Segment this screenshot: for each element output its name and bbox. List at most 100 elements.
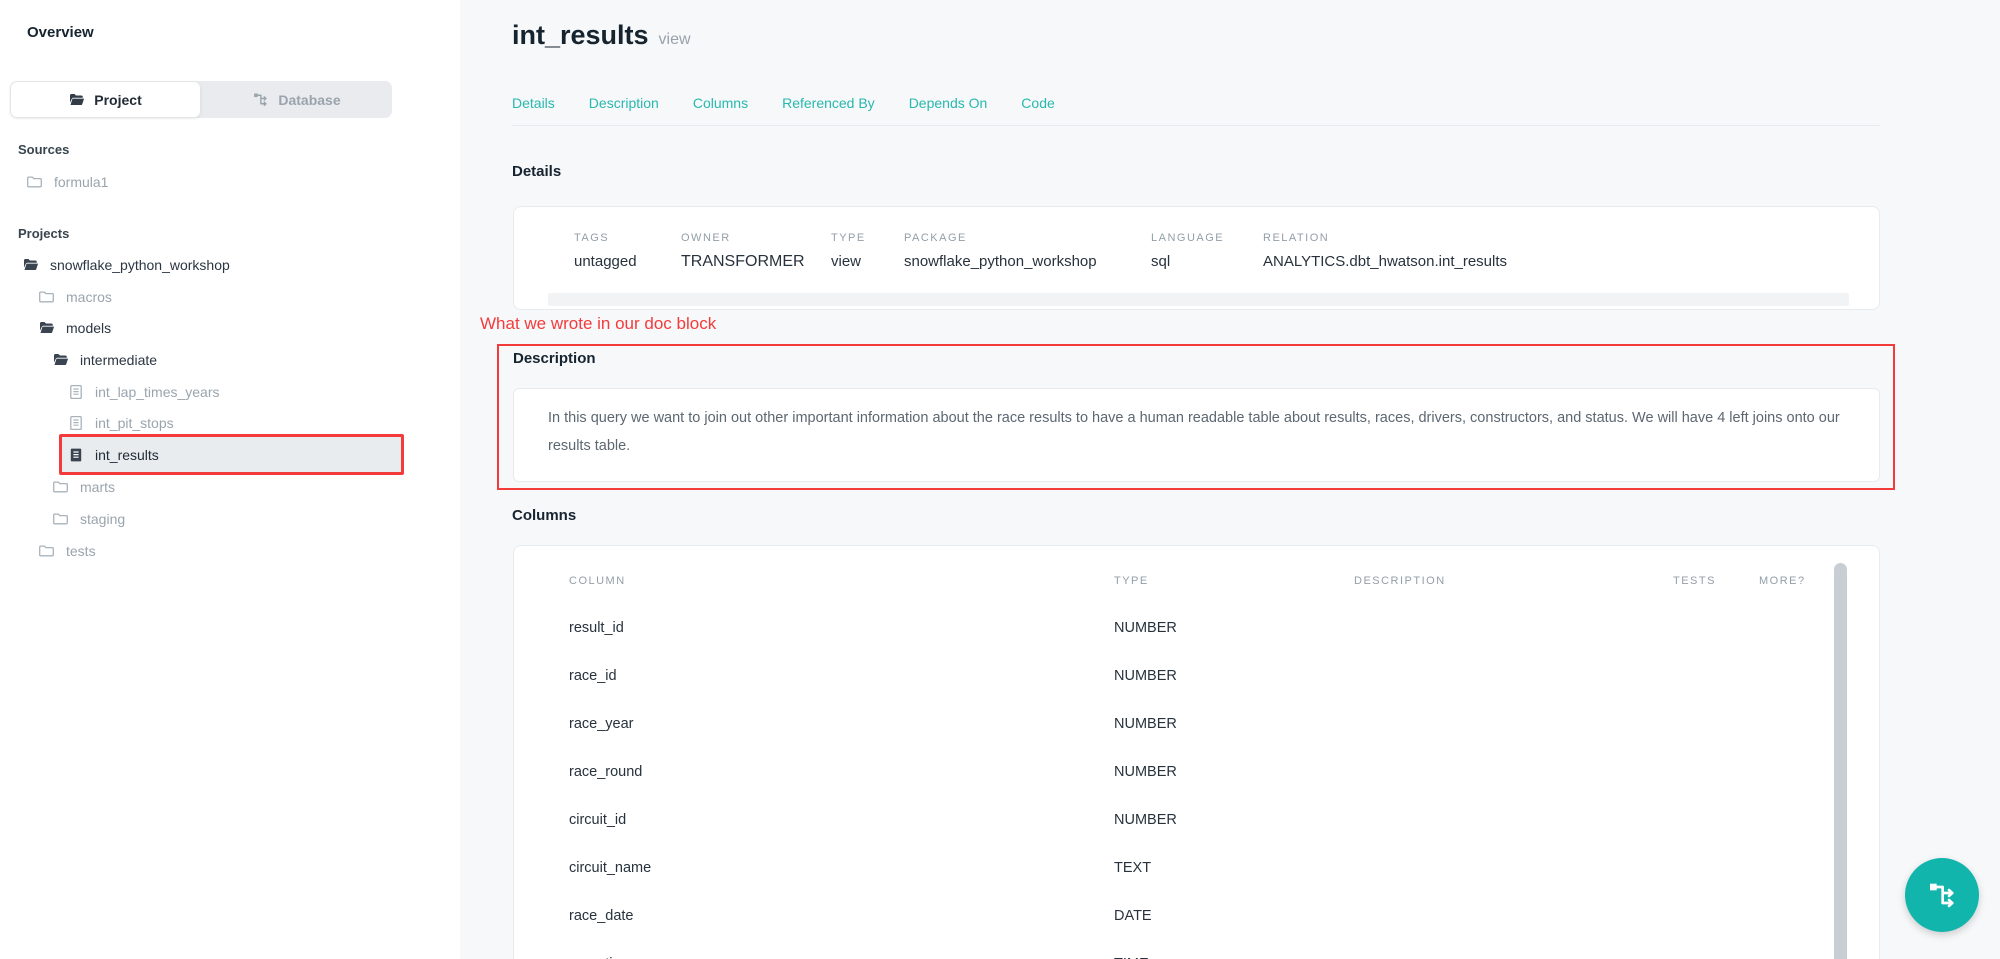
tree-item-label: tests: [66, 543, 96, 559]
tree-item-label: snowflake_python_workshop: [50, 257, 230, 273]
column-name-cell: result_id: [569, 620, 624, 636]
column-header-tests: TESTS: [1673, 575, 1716, 587]
details-section-heading: Details: [512, 163, 561, 180]
tab-columns[interactable]: Columns: [693, 95, 748, 111]
sidebar-item-tests[interactable]: tests: [39, 535, 96, 567]
column-type-cell: TEXT: [1114, 860, 1151, 876]
field-value: view: [831, 253, 866, 270]
details-card: TAGS untagged OWNER TRANSFORMER TYPE view PACK…: [513, 206, 1880, 310]
sidebar-item-intermediate[interactable]: intermediate: [53, 344, 157, 376]
column-type-cell: NUMBER: [1114, 668, 1177, 684]
description-card: In this query we want to join out other …: [513, 388, 1880, 482]
folder-open-icon: [23, 257, 39, 273]
sidebar-item-models[interactable]: models: [39, 312, 111, 344]
folder-open-icon: [39, 320, 55, 336]
model-name: int_results: [512, 20, 649, 50]
column-name-cell: circuit_id: [569, 812, 626, 828]
folder-icon: [27, 174, 43, 190]
sidebar: Overview Project Database Sources formul…: [0, 0, 460, 959]
field-label: TYPE: [831, 232, 866, 244]
tab-description[interactable]: Description: [589, 95, 659, 111]
lineage-graph-button[interactable]: [1905, 858, 1979, 932]
doc-block-annotation: What we wrote in our doc block: [480, 314, 716, 334]
tab-bar: Details Description Columns Referenced By De…: [512, 95, 1055, 111]
file-icon: [68, 415, 84, 431]
folder-icon: [39, 289, 55, 305]
folder-icon: [69, 92, 85, 108]
field-value: sql: [1151, 253, 1224, 270]
main-content: int_resultsview DetailsDescriptionColumn…: [460, 0, 2000, 959]
view-toggle: Project Database: [10, 81, 392, 118]
column-type-cell: NUMBER: [1114, 812, 1177, 828]
tab-referenced-by[interactable]: Referenced By: [782, 95, 875, 111]
folder-icon: [53, 479, 69, 495]
table-scrollbar[interactable]: [1834, 563, 1847, 959]
column-type-cell: NUMBER: [1114, 620, 1177, 636]
column-name-cell: race_date: [569, 908, 634, 924]
details-field-package: PACKAGE snowflake_python_workshop: [904, 232, 1097, 270]
details-field-owner: OWNER TRANSFORMER: [681, 232, 805, 271]
sidebar-heading: Overview: [27, 24, 94, 41]
tree-item-label: int_results: [95, 447, 159, 463]
tab-details[interactable]: Details: [512, 95, 555, 111]
column-type-cell: DATE: [1114, 908, 1152, 924]
sidebar-item-macros[interactable]: macros: [39, 281, 112, 313]
column-name-cell: circuit_name: [569, 860, 651, 876]
details-field-relation: RELATIONANALYTICS.dbt_hwatson.int_result…: [1263, 232, 1507, 270]
tree-item-label: marts: [80, 479, 115, 495]
tree-item-label: models: [66, 320, 111, 336]
field-label: OWNER: [681, 232, 805, 244]
lineage-icon: [1926, 879, 1958, 911]
tree-item-label: macros: [66, 289, 112, 305]
details-field-type: TYPE view: [831, 232, 866, 270]
materialization-badge: view: [659, 31, 691, 48]
field-value: untagged: [574, 253, 637, 270]
details-field-language: LANGUAGE sql: [1151, 232, 1224, 270]
field-label: LANGUAGE: [1151, 232, 1224, 244]
sidebar-item-marts[interactable]: marts: [53, 471, 115, 503]
toggle-project-label: Project: [94, 92, 141, 108]
column-header-more: MORE?: [1759, 575, 1806, 587]
tree-item-label: intermediate: [80, 352, 157, 368]
toggle-database-button[interactable]: Database: [201, 81, 392, 118]
folder-icon: [39, 543, 55, 559]
sidebar-item-int_lap_times_years[interactable]: int_lap_times_years: [68, 376, 220, 408]
tab-depends-on[interactable]: Depends On: [909, 95, 988, 111]
description-section-heading: Description: [513, 350, 596, 367]
file-filled-icon: [68, 447, 84, 463]
column-header-type: TYPE: [1114, 575, 1149, 587]
folder-icon: [53, 511, 69, 527]
tab-divider: [512, 125, 1880, 126]
column-header-description: DESCRIPTION: [1354, 575, 1446, 587]
field-label: TAGS: [574, 232, 637, 244]
columns-card: COLUMNTYPEDESCRIPTIONTESTSMORE? result_i…: [513, 545, 1880, 959]
lineage-icon: [252, 91, 269, 108]
column-name-cell: race_id: [569, 668, 617, 684]
source-label: formula1: [54, 174, 108, 190]
field-value: ANALYTICS.dbt_hwatson.int_results: [1263, 253, 1507, 270]
sidebar-item-staging[interactable]: staging: [53, 503, 125, 535]
sources-label: Sources: [18, 142, 69, 157]
tree-item-label: int_pit_stops: [95, 415, 174, 431]
toggle-database-label: Database: [278, 92, 340, 108]
tab-code[interactable]: Code: [1021, 95, 1054, 111]
dbt-docs-page: Overview Project Database Sources formul…: [0, 0, 2000, 959]
sidebar-item-int_results[interactable]: int_results: [68, 439, 159, 471]
page-title: int_results view: [512, 20, 691, 51]
column-type-cell: NUMBER: [1114, 716, 1177, 732]
description-text: In this query we want to join out other …: [548, 404, 1848, 460]
details-collapsed-bar: [548, 293, 1849, 306]
sidebar-source-item[interactable]: formula1: [27, 166, 108, 198]
folder-open-icon: [53, 352, 69, 368]
tree-item-label: int_lap_times_years: [95, 384, 220, 400]
sidebar-item-int_pit_stops[interactable]: int_pit_stops: [68, 407, 174, 439]
toggle-project-button[interactable]: Project: [10, 81, 201, 118]
column-type-cell: NUMBER: [1114, 764, 1177, 780]
column-name-cell: race_year: [569, 716, 633, 732]
field-value: TRANSFORMER: [681, 253, 805, 271]
file-icon: [68, 384, 84, 400]
column-name-cell: race_round: [569, 764, 642, 780]
sidebar-item-snowflake_python_workshop[interactable]: snowflake_python_workshop: [23, 249, 230, 281]
field-label: PACKAGE: [904, 232, 1097, 244]
field-value: snowflake_python_workshop: [904, 253, 1097, 270]
